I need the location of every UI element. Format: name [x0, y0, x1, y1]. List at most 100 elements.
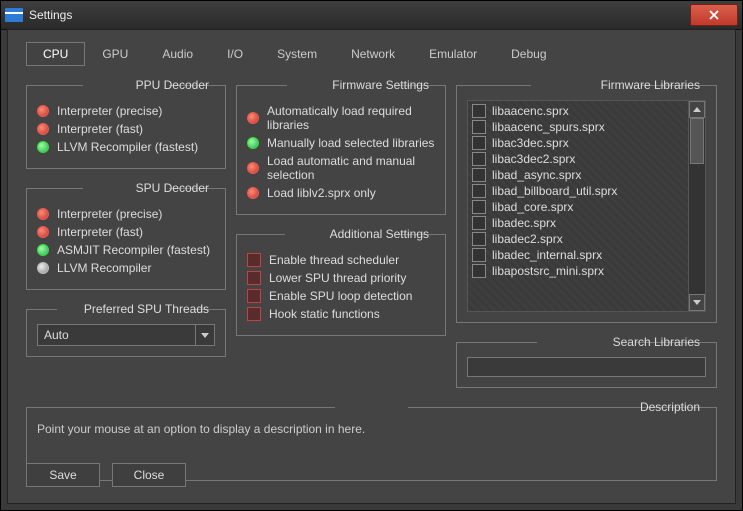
library-item[interactable]: libad_async.sprx [472, 167, 684, 183]
radio-icon [37, 226, 49, 238]
additional-option[interactable]: Enable thread scheduler [247, 253, 435, 267]
additional-option[interactable]: Hook static functions [247, 307, 435, 321]
chevron-down-icon [195, 325, 214, 345]
checkbox-icon [472, 184, 486, 198]
close-icon [709, 10, 719, 20]
library-item-label: libad_billboard_util.sprx [492, 184, 617, 198]
library-item[interactable]: libad_billboard_util.sprx [472, 183, 684, 199]
spu-option[interactable]: LLVM Recompiler [37, 261, 215, 275]
firmware-libraries-group: Firmware Libraries libaacenc.sprxlibaace… [456, 78, 717, 323]
save-button[interactable]: Save [26, 463, 100, 487]
firmware-option[interactable]: Automatically load required libraries [247, 104, 435, 132]
tab-cpu[interactable]: CPU [26, 42, 85, 66]
firmware-option-label: Manually load selected libraries [267, 136, 434, 150]
library-item-label: libadec2.sprx [492, 232, 563, 246]
firmware-option[interactable]: Load liblv2.sprx only [247, 186, 435, 200]
ppu-option-label: Interpreter (precise) [57, 104, 162, 118]
tab-gpu[interactable]: GPU [85, 42, 145, 66]
firmware-libraries-legend: Firmware Libraries [595, 78, 706, 92]
tab-audio[interactable]: Audio [145, 42, 210, 66]
spu-option[interactable]: Interpreter (fast) [37, 225, 215, 239]
library-item-label: libac3dec.sprx [492, 136, 569, 150]
additional-option-label: Lower SPU thread priority [269, 271, 406, 285]
additional-option[interactable]: Enable SPU loop detection [247, 289, 435, 303]
checkbox-icon [247, 271, 261, 285]
ppu-decoder-legend: PPU Decoder [130, 78, 215, 92]
radio-icon [247, 187, 259, 199]
library-item-label: libaacenc_spurs.sprx [492, 120, 605, 134]
search-input[interactable] [467, 357, 706, 377]
spu-option[interactable]: Interpreter (precise) [37, 207, 215, 221]
firmware-option-label: Automatically load required libraries [267, 104, 435, 132]
checkbox-icon [472, 248, 486, 262]
library-item[interactable]: libac3dec2.sprx [472, 151, 684, 167]
spu-decoder-group: SPU Decoder Interpreter (precise)Interpr… [26, 181, 226, 290]
window-title: Settings [29, 8, 72, 22]
checkbox-icon [472, 104, 486, 118]
ppu-option[interactable]: Interpreter (precise) [37, 104, 215, 118]
description-legend: Description [634, 400, 706, 414]
tab-emulator[interactable]: Emulator [412, 42, 494, 66]
library-item-label: libadec_internal.sprx [492, 248, 602, 262]
radio-icon [37, 244, 49, 256]
firmware-option-label: Load automatic and manual selection [267, 154, 435, 182]
client-area: CPUGPUAudioI/OSystemNetworkEmulatorDebug… [7, 29, 736, 504]
radio-icon [247, 162, 259, 174]
checkbox-icon [472, 120, 486, 134]
library-item[interactable]: libadec_internal.sprx [472, 247, 684, 263]
tab-network[interactable]: Network [334, 42, 412, 66]
library-item[interactable]: libapostsrc_mini.sprx [472, 263, 684, 279]
radio-icon [37, 123, 49, 135]
additional-option[interactable]: Lower SPU thread priority [247, 271, 435, 285]
library-item-label: libac3dec2.sprx [492, 152, 575, 166]
library-listbox[interactable]: libaacenc.sprx libaacenc_spurs.sprx libac3… [467, 100, 706, 312]
ppu-decoder-group: PPU Decoder Interpreter (precise) Interpr… [26, 78, 226, 169]
library-item-label: libaacenc.sprx [492, 104, 569, 118]
ppu-option[interactable]: Interpreter (fast) [37, 122, 215, 136]
checkbox-icon [247, 289, 261, 303]
radio-icon [37, 262, 49, 274]
library-item[interactable]: libaacenc_spurs.sprx [472, 119, 684, 135]
window-close-button[interactable] [690, 4, 738, 26]
spu-threads-legend: Preferred SPU Threads [78, 302, 215, 316]
radio-icon [37, 208, 49, 220]
library-item[interactable]: libadec.sprx [472, 215, 684, 231]
library-item[interactable]: libadec2.sprx [472, 231, 684, 247]
tab-system[interactable]: System [260, 42, 334, 66]
spu-threads-group: Preferred SPU Threads Auto [26, 302, 226, 357]
library-item[interactable]: libaacenc.sprx [472, 103, 684, 119]
scroll-track[interactable] [689, 118, 705, 294]
ppu-option-label: Interpreter (fast) [57, 122, 143, 136]
search-libraries-legend: Search Libraries [607, 335, 706, 349]
scroll-thumb[interactable] [690, 118, 704, 164]
scrollbar[interactable] [688, 101, 705, 311]
spu-threads-select[interactable]: Auto [37, 324, 215, 346]
additional-settings-group: Additional Settings Enable thread schedu… [236, 227, 446, 336]
firmware-settings-group: Firmware Settings Automatically load req… [236, 78, 446, 215]
checkbox-icon [472, 232, 486, 246]
titlebar: Settings [1, 1, 742, 30]
firmware-option-label: Load liblv2.sprx only [267, 186, 376, 200]
tab-io[interactable]: I/O [210, 42, 260, 66]
checkbox-icon [472, 136, 486, 150]
library-item[interactable]: libac3dec.sprx [472, 135, 684, 151]
checkbox-icon [472, 264, 486, 278]
radio-icon [247, 112, 259, 124]
library-item[interactable]: libad_core.sprx [472, 199, 684, 215]
ppu-option-label: LLVM Recompiler (fastest) [57, 140, 198, 154]
scroll-down-button[interactable] [689, 294, 705, 311]
spu-option-label: ASMJIT Recompiler (fastest) [57, 243, 210, 257]
close-button[interactable]: Close [112, 463, 186, 487]
firmware-option[interactable]: Load automatic and manual selection [247, 154, 435, 182]
checkbox-icon [472, 216, 486, 230]
spu-option[interactable]: ASMJIT Recompiler (fastest) [37, 243, 215, 257]
radio-icon [37, 105, 49, 117]
library-item-label: libadec.sprx [492, 216, 556, 230]
checkbox-icon [472, 152, 486, 166]
tab-debug[interactable]: Debug [494, 42, 563, 66]
firmware-option[interactable]: Manually load selected libraries [247, 136, 435, 150]
ppu-option[interactable]: LLVM Recompiler (fastest) [37, 140, 215, 154]
additional-option-label: Enable thread scheduler [269, 253, 399, 267]
scroll-up-button[interactable] [689, 101, 705, 118]
radio-icon [37, 141, 49, 153]
